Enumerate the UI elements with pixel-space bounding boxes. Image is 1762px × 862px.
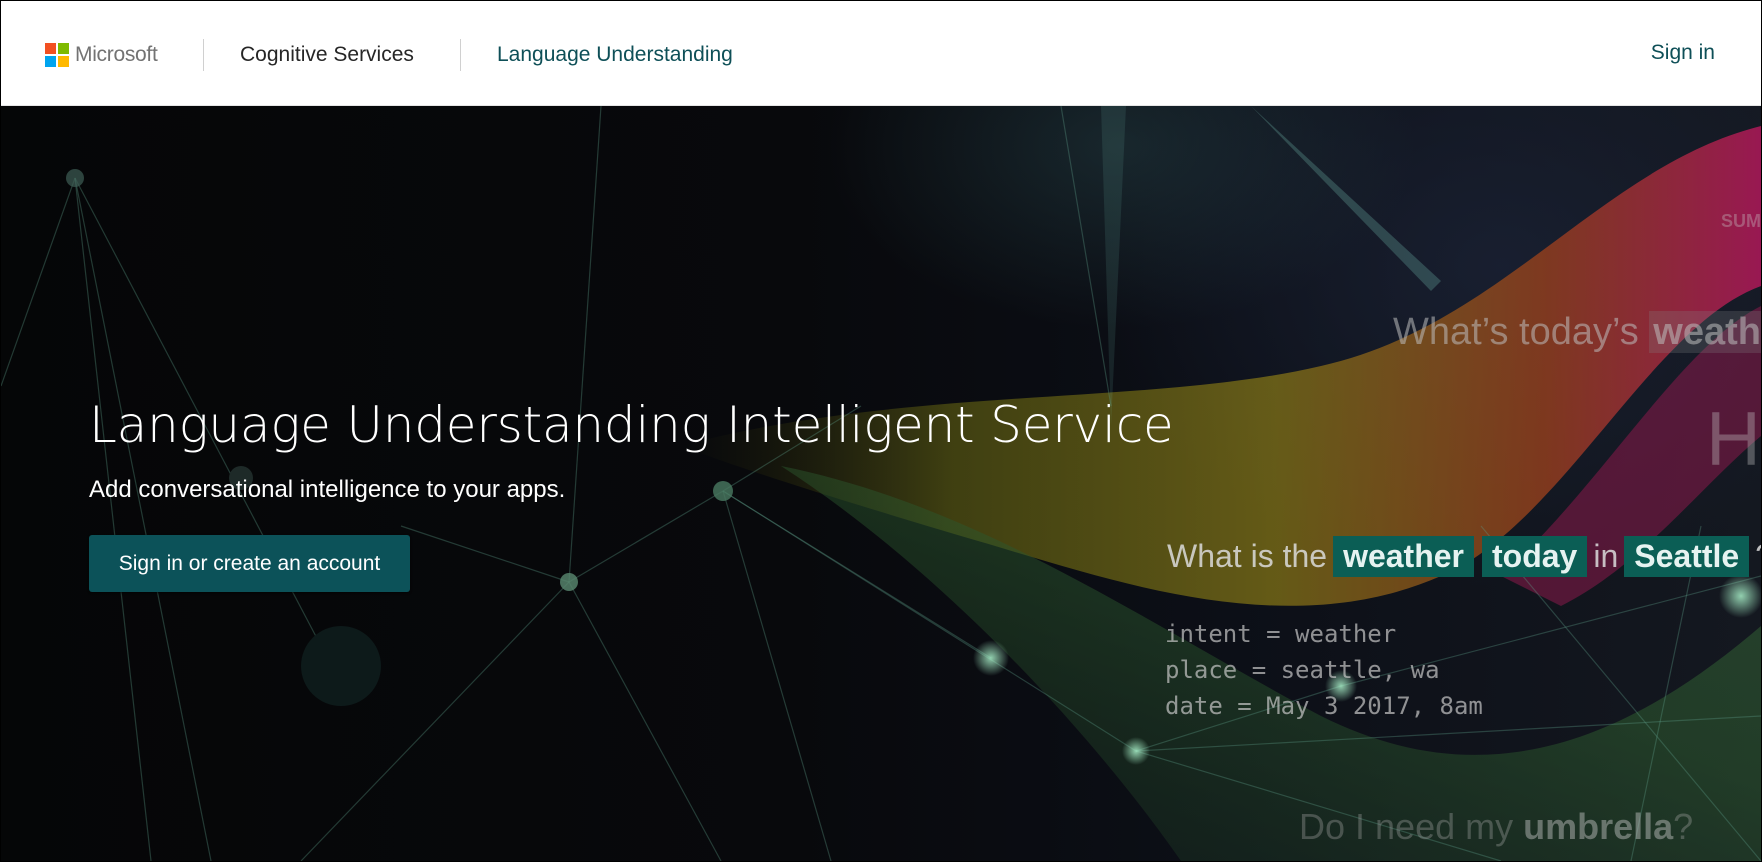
illustration-fragment-big: H	[1706, 397, 1761, 482]
illustration-question-2: What is the weather today in Seattle ?	[1165, 536, 1761, 577]
illustration-question-1: What’s today’s weathe	[1393, 311, 1761, 354]
entity-tag-seattle: Seattle	[1624, 536, 1750, 577]
q3-suffix: ?	[1673, 806, 1694, 847]
entity-tag-today: today	[1482, 536, 1588, 577]
q3-prefix: Do I need my	[1299, 806, 1514, 847]
header-divider	[203, 39, 204, 71]
q2-suffix: ?	[1755, 538, 1761, 575]
sign-in-link[interactable]: Sign in	[1651, 41, 1715, 65]
site-header: Microsoft Cognitive Services Language Un…	[1, 1, 1761, 106]
sign-in-or-create-account-button[interactable]: Sign in or create an account	[89, 535, 410, 592]
illustration-question-1-highlight: weathe	[1649, 311, 1761, 353]
code-line: place = seattle, wa	[1165, 656, 1440, 684]
illustration-question-3: Do I need my umbrella?	[1299, 806, 1693, 848]
entity-tag-weather: weather	[1333, 536, 1474, 577]
hero-subtitle: Add conversational intelligence to your …	[89, 476, 566, 503]
code-line: intent = weather	[1165, 620, 1397, 648]
microsoft-logo[interactable]: Microsoft	[45, 43, 158, 67]
code-line: date = May 3 2017, 8am	[1165, 692, 1483, 720]
header-divider	[460, 39, 461, 71]
q2-middle: in	[1593, 538, 1619, 574]
intent-code-block: intent = weather place = seattle, wa date …	[1165, 616, 1483, 724]
hero-section: SUM What’s today’s weathe H Language Und…	[1, 106, 1761, 861]
illustration-question-1-prefix: What’s today’s	[1393, 311, 1639, 353]
hero-title: Language Understanding Intelligent Servi…	[89, 396, 1174, 454]
browser-viewport: Microsoft Cognitive Services Language Un…	[0, 0, 1762, 862]
q3-highlight: umbrella	[1523, 806, 1674, 847]
microsoft-logo-icon	[45, 43, 69, 67]
nav-language-understanding[interactable]: Language Understanding	[497, 43, 733, 67]
q2-prefix: What is the	[1167, 538, 1328, 574]
illustration-fragment: SUM	[1721, 211, 1761, 231]
microsoft-wordmark: Microsoft	[75, 43, 158, 66]
nav-cognitive-services[interactable]: Cognitive Services	[240, 43, 414, 67]
